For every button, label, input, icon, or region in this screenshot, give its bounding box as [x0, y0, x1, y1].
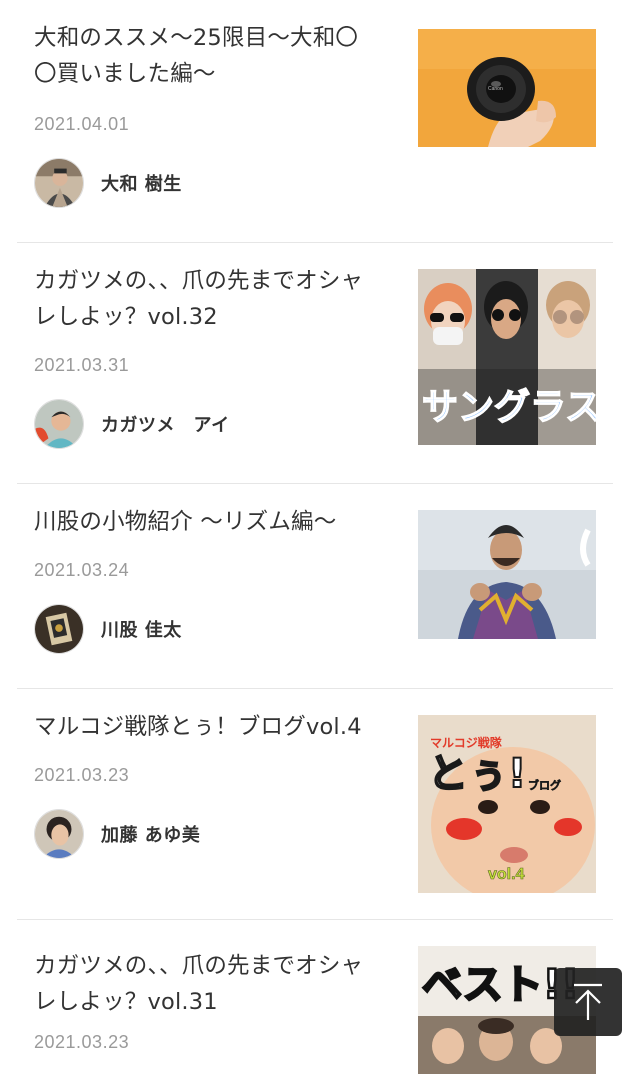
article-card[interactable]: カガツメの、、爪の先までオシャレしよッ？vol.32 2021.03.31 カガ…	[17, 243, 613, 484]
article-title[interactable]: 大和のススメ〜25限目〜大和〇〇買いました編〜	[34, 20, 379, 92]
author-avatar	[34, 604, 84, 654]
author[interactable]: カガツメ アイ	[34, 399, 230, 449]
author-name: カガツメ アイ	[101, 415, 230, 436]
arrow-up-icon	[574, 983, 602, 1020]
author-avatar	[34, 399, 84, 449]
article-card[interactable]: カガツメの、、爪の先までオシャレしよッ？vol.31 2021.03.23 ベス…	[17, 920, 613, 1074]
article-title[interactable]: カガツメの、、爪の先までオシャレしよッ？vol.32	[34, 263, 379, 335]
thumbnail-caption-sub: ブログ	[528, 778, 561, 792]
article-date: 2021.03.31	[34, 355, 130, 375]
article-thumbnail[interactable]	[418, 510, 596, 639]
author-name: 大和 樹生	[101, 174, 182, 195]
article-title[interactable]: 川股の小物紹介 〜リズム編〜	[34, 504, 379, 540]
article-thumbnail[interactable]: Canon	[418, 29, 596, 147]
author-avatar	[34, 809, 84, 859]
author[interactable]: 大和 樹生	[34, 158, 182, 208]
author[interactable]: 川股 佳太	[34, 604, 182, 654]
article-date: 2021.03.24	[34, 560, 130, 580]
thumbnail-caption: サングラス	[422, 387, 596, 428]
article-title[interactable]: マルコジ戦隊とぅ！ブログvol.4	[34, 709, 379, 745]
article-card[interactable]: 川股の小物紹介 〜リズム編〜 2021.03.24 川股 佳太	[17, 484, 613, 689]
author-name: 加藤 あゆ美	[101, 825, 201, 846]
author-name: 川股 佳太	[101, 620, 182, 641]
article-date: 2021.03.23	[34, 1032, 130, 1052]
thumbnail-caption-top: マルコジ戦隊	[430, 735, 503, 750]
author-avatar	[34, 158, 84, 208]
article-date: 2021.04.01	[34, 114, 130, 134]
back-to-top-button[interactable]	[554, 968, 622, 1036]
thumbnail-caption-vol: vol.4	[488, 866, 525, 883]
article-thumbnail[interactable]: サングラス	[418, 269, 596, 445]
thumbnail-caption-main: とぅ!	[428, 751, 526, 797]
article-card[interactable]: マルコジ戦隊とぅ！ブログvol.4 2021.03.23 加藤 あゆ美 マルコジ…	[17, 689, 613, 920]
article-title[interactable]: カガツメの、、爪の先までオシャレしよッ？vol.31	[34, 948, 379, 1020]
author[interactable]: 加藤 あゆ美	[34, 809, 200, 859]
article-date: 2021.03.23	[34, 765, 130, 785]
svg-text:Canon: Canon	[488, 86, 503, 92]
article-thumbnail[interactable]: マルコジ戦隊 とぅ! ブログ vol.4	[418, 715, 596, 893]
article-card[interactable]: 大和のススメ〜25限目〜大和〇〇買いました編〜 2021.04.01 大和 樹生…	[17, 0, 613, 243]
